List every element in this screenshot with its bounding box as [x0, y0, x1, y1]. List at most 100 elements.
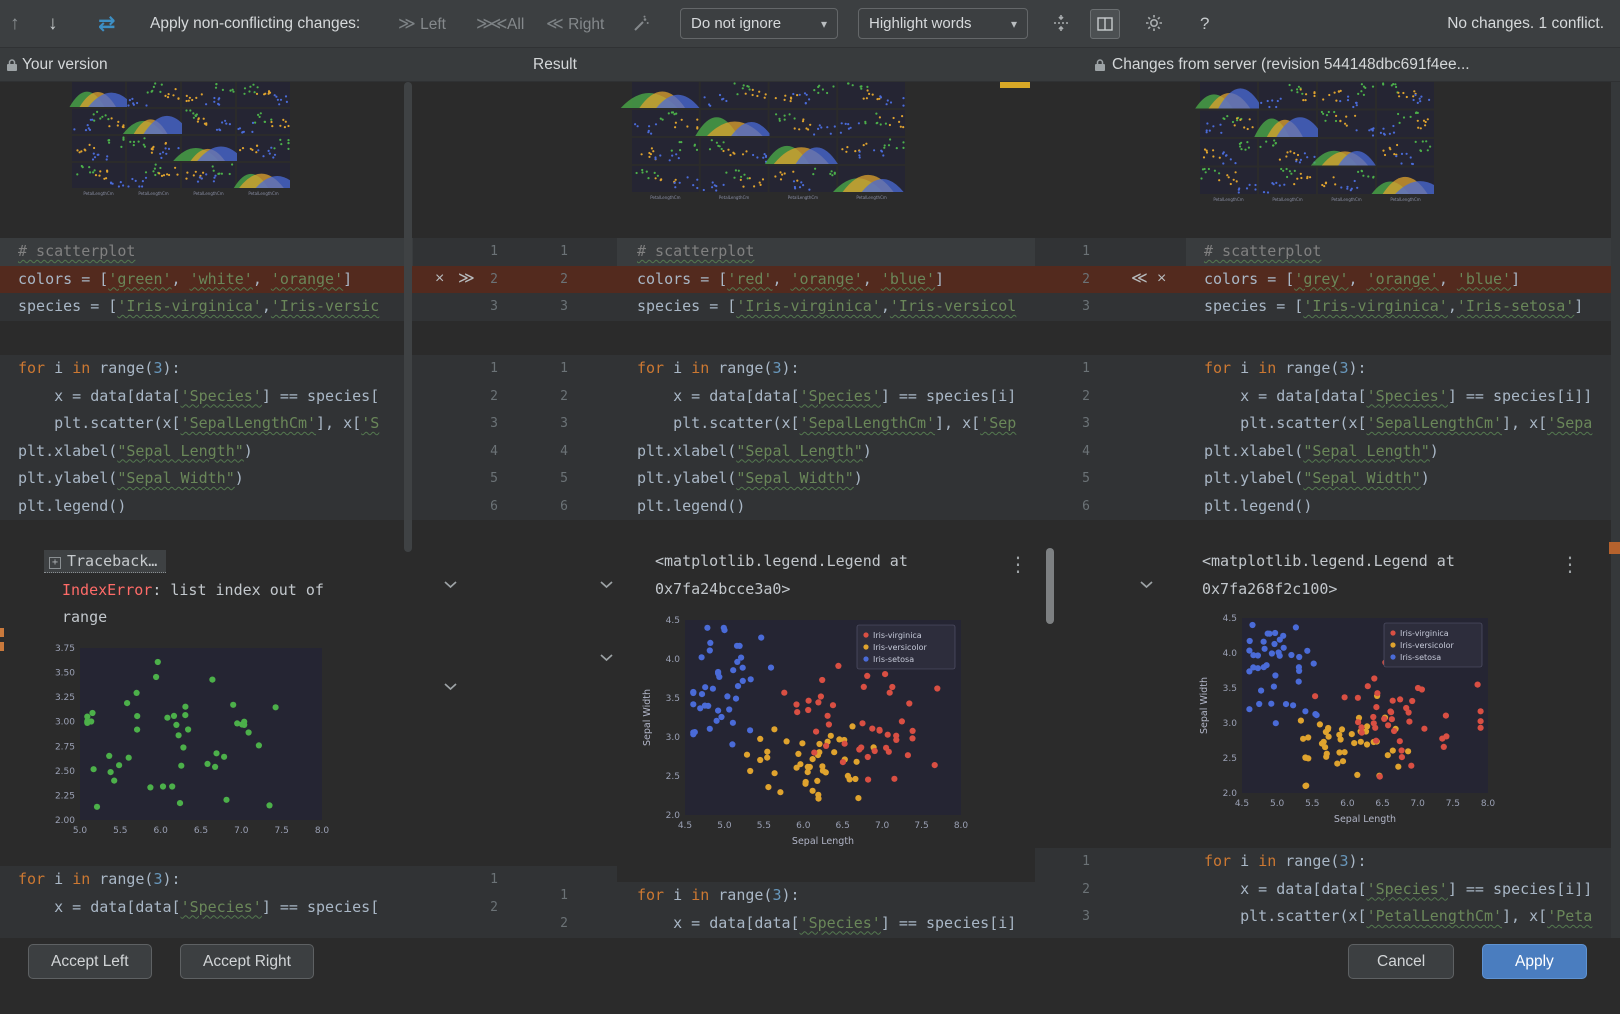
expand-chevron-icon[interactable] [443, 678, 459, 688]
svg-text:6.5: 6.5 [836, 821, 850, 831]
cancel-button[interactable]: Cancel [1348, 944, 1454, 979]
line-number: 2 [472, 383, 498, 411]
line-number: 3 [1064, 293, 1090, 321]
accept-right-button[interactable]: Accept Right [180, 944, 314, 979]
apply-all-non-conflicting-icon[interactable]: ⇄ [98, 11, 116, 36]
expand-chevron-icon[interactable] [443, 576, 459, 586]
apply-button[interactable]: Apply [1482, 944, 1587, 979]
help-icon[interactable]: ? [1200, 0, 1209, 48]
apply-right-side-button[interactable]: ≪ Right [546, 0, 604, 49]
code-line: plt.ylabel("Sepal Width") [1186, 465, 1620, 493]
panel-server-version[interactable]: PetalLengthCmPetalLengthCmPetalLengthCmP… [1186, 82, 1620, 938]
right-panel-title: Changes from server (revision 544148dbc6… [1112, 48, 1620, 82]
scatter-plot-output: 2.002.252.502.753.003.253.503.755.05.56.… [40, 642, 330, 847]
conflict-scroll-marker[interactable] [1609, 542, 1620, 554]
code-line: plt.ylabel("Sepal Width") [0, 465, 413, 493]
svg-text:2.0: 2.0 [1223, 789, 1238, 799]
code-cell-forloop[interactable]: for i in range(3): x = data[data['Specie… [617, 355, 1035, 520]
svg-text:4.5: 4.5 [678, 821, 692, 831]
collapse-unchanged-icon[interactable] [1052, 14, 1070, 37]
svg-text:3.00: 3.00 [55, 718, 75, 728]
svg-text:6.0: 6.0 [796, 821, 811, 831]
line-number: 4 [472, 438, 498, 466]
traceback-collapsed-toggle[interactable]: +Traceback… [44, 550, 166, 573]
code-line: species = ['Iris-virginica','Iris-versic [0, 293, 413, 321]
code-cell-scatterplot[interactable]: # scatterplotcolors = ['red', 'orange', … [617, 238, 1035, 321]
svg-text:7.5: 7.5 [275, 826, 289, 836]
svg-text:5.5: 5.5 [757, 821, 771, 831]
ignore-change-icon[interactable]: × [435, 266, 444, 294]
result-panel-title: Result [533, 48, 577, 82]
ignore-change-icon[interactable]: × [1157, 266, 1166, 294]
svg-text:8.0: 8.0 [1481, 799, 1496, 809]
svg-text:Sepal Length: Sepal Length [1334, 814, 1396, 825]
kebab-menu-icon[interactable]: ⋮ [1560, 552, 1580, 577]
output-text: 0x7fa268f2c100> [1202, 576, 1620, 604]
svg-text:8.0: 8.0 [954, 821, 969, 831]
result-panel-scrollbar[interactable] [1046, 548, 1054, 624]
code-cell-forloop[interactable]: for i in range(3): x = data[data['Specie… [0, 355, 413, 520]
expand-chevron-icon[interactable] [599, 576, 615, 586]
svg-text:7.5: 7.5 [914, 821, 928, 831]
apply-change-right-icon[interactable]: ≫ [458, 266, 475, 294]
code-line: x = data[data['Species'] == species[ [0, 894, 413, 922]
double-chevron-left-icon: ≪ [546, 14, 564, 33]
line-number: 1 [1064, 848, 1090, 876]
panel-result[interactable]: PetalLengthCmPetalLengthCmPetalLengthCmP… [617, 82, 1035, 938]
previous-change-button[interactable]: ↑ [10, 13, 20, 35]
line-number: 2 [1064, 876, 1090, 904]
expand-chevron-icon[interactable] [1139, 576, 1155, 586]
highlight-mode-dropdown[interactable]: Highlight words ▾ [858, 8, 1028, 39]
apply-right-side-label: Right [568, 16, 604, 33]
svg-text:7.0: 7.0 [875, 821, 890, 831]
apply-all-sides-button[interactable]: ≫≪ All [476, 0, 524, 49]
apply-change-left-icon[interactable]: ≪ [1131, 266, 1148, 294]
svg-text:4.5: 4.5 [666, 616, 680, 626]
next-change-button[interactable]: ↓ [48, 13, 58, 35]
svg-text:5.5: 5.5 [1305, 799, 1319, 809]
ignore-policy-dropdown[interactable]: Do not ignore ▾ [680, 8, 838, 39]
left-panel-title: Your version [22, 48, 108, 82]
svg-text:PetalLengthCm: PetalLengthCm [248, 191, 278, 196]
code-cell-forloop-2[interactable]: for i in range(3): x = data[data['Specie… [1186, 848, 1620, 938]
svg-text:5.0: 5.0 [1270, 799, 1285, 809]
side-by-side-layout-toggle[interactable] [1090, 9, 1120, 39]
code-line: x = data[data['Species'] == species[ [0, 383, 413, 411]
line-number: 4 [542, 438, 568, 466]
line-number: 2 [542, 910, 568, 938]
svg-text:7.0: 7.0 [234, 826, 249, 836]
svg-text:3.5: 3.5 [1223, 684, 1237, 694]
accept-left-button[interactable]: Accept Left [28, 944, 152, 979]
expand-chevron-icon[interactable] [599, 649, 615, 659]
svg-text:3.75: 3.75 [55, 644, 75, 654]
window-scrollbar-track[interactable] [1611, 82, 1620, 938]
code-cell-forloop-2[interactable]: for i in range(3): x = data[data['Specie… [617, 882, 1035, 938]
svg-text:5.0: 5.0 [717, 821, 732, 831]
svg-text:Iris-setosa: Iris-setosa [1400, 653, 1441, 662]
left-panel-scrollbar[interactable] [404, 82, 412, 552]
svg-text:3.0: 3.0 [1223, 719, 1238, 729]
svg-text:Sepal Width: Sepal Width [1199, 677, 1210, 734]
gear-icon[interactable] [1144, 13, 1164, 38]
code-cell-scatterplot[interactable]: # scatterplotcolors = ['grey', 'orange',… [1186, 238, 1620, 321]
svg-text:PetalLengthCm: PetalLengthCm [650, 195, 680, 200]
panel-your-version[interactable]: PetalLengthCmPetalLengthCmPetalLengthCmP… [0, 82, 413, 938]
apply-left-side-button[interactable]: ≫ Left [398, 0, 446, 49]
svg-text:6.0: 6.0 [1340, 799, 1355, 809]
kebab-menu-icon[interactable]: ⋮ [1008, 552, 1028, 577]
code-line: plt.scatter(x['PetalLengthCm'], x['Peta [1186, 903, 1620, 931]
svg-text:2.50: 2.50 [55, 767, 75, 777]
bottom-action-bar: Accept Left Accept Right Cancel Apply [0, 938, 1620, 1014]
line-number: 2 [1064, 266, 1090, 294]
magic-resolve-icon[interactable] [632, 15, 650, 38]
line-number: 5 [542, 465, 568, 493]
svg-text:PetalLengthCm: PetalLengthCm [1213, 197, 1243, 202]
svg-text:Iris-versicolor: Iris-versicolor [873, 643, 927, 652]
svg-text:PetalLengthCm: PetalLengthCm [1272, 197, 1302, 202]
svg-text:4.0: 4.0 [1223, 649, 1238, 659]
code-cell-forloop-2[interactable]: for i in range(3): x = data[data['Specie… [0, 866, 413, 938]
code-cell-scatterplot[interactable]: # scatterplotcolors = ['green', 'white',… [0, 238, 413, 321]
change-connector [1035, 848, 1186, 938]
line-number: 6 [472, 493, 498, 521]
code-cell-forloop[interactable]: for i in range(3): x = data[data['Specie… [1186, 355, 1620, 520]
